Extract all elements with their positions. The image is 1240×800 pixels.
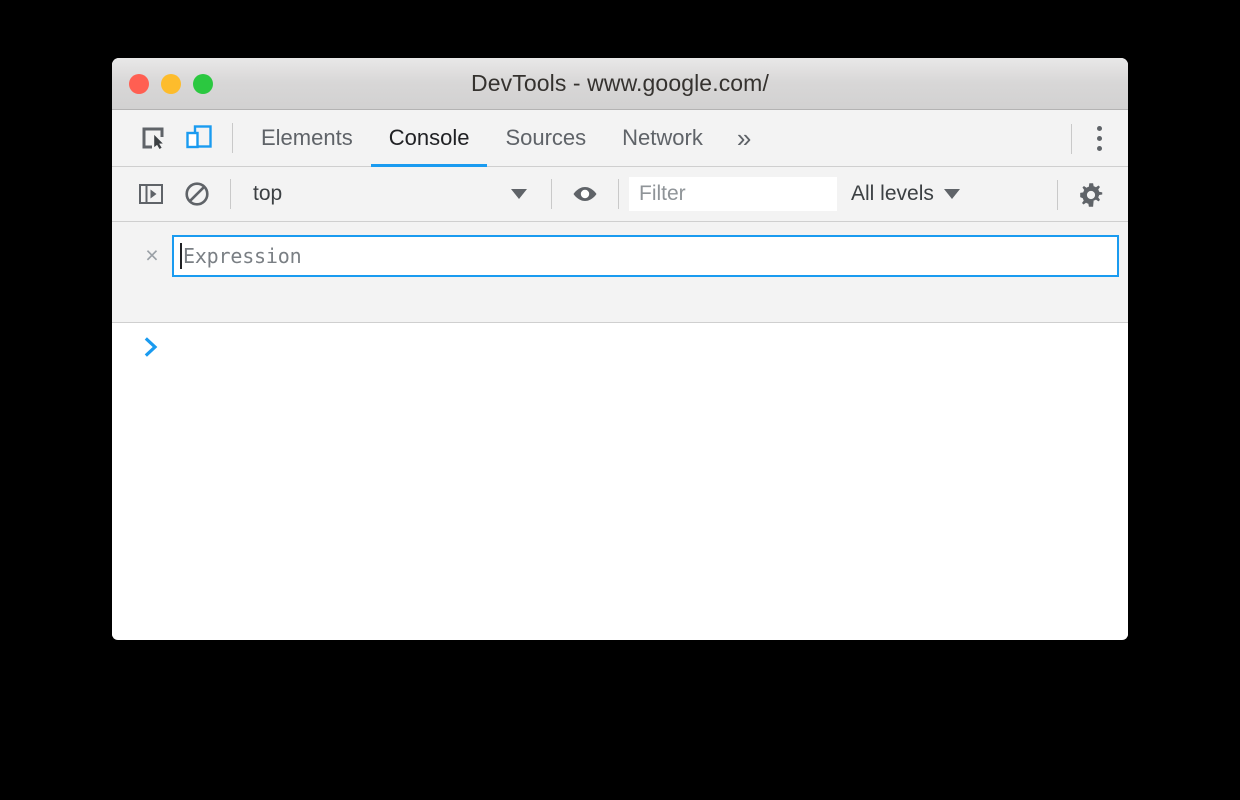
tab-elements[interactable]: Elements xyxy=(243,110,371,167)
close-icon[interactable]: × xyxy=(138,235,166,275)
console-prompt-chevron-icon[interactable] xyxy=(140,332,164,362)
console-filter-input[interactable] xyxy=(629,177,837,211)
console-message-area[interactable] xyxy=(112,323,1128,639)
execution-context-label: top xyxy=(253,182,283,205)
console-toolbar-divider-2 xyxy=(551,179,552,209)
window-titlebar: DevTools - www.google.com/ xyxy=(112,58,1128,110)
device-toolbar-icon[interactable] xyxy=(176,118,222,158)
tab-network[interactable]: Network xyxy=(604,110,721,167)
chevron-down-icon xyxy=(511,189,527,199)
live-expressions-panel: × Expression xyxy=(112,222,1128,323)
live-expression-input[interactable]: Expression xyxy=(172,235,1119,277)
tab-network-label: Network xyxy=(622,125,703,150)
devtools-window: DevTools - www.google.com/ Elements Cons… xyxy=(112,58,1128,640)
tab-overflow-chevron-icon[interactable]: » xyxy=(721,125,767,151)
console-toolbar-divider-1 xyxy=(230,179,231,209)
devtools-tabbar: Elements Console Sources Network » xyxy=(112,110,1128,167)
settings-gear-icon[interactable] xyxy=(1068,175,1114,215)
console-toolbar-right-group xyxy=(1047,167,1128,222)
tab-console-label: Console xyxy=(388,125,470,150)
tabbar-right-group xyxy=(1061,110,1128,167)
inspect-element-icon[interactable] xyxy=(130,118,176,158)
tab-sources[interactable]: Sources xyxy=(487,110,604,167)
traffic-lights xyxy=(129,73,213,94)
create-live-expression-icon[interactable] xyxy=(562,174,608,214)
window-title: DevTools - www.google.com/ xyxy=(471,70,769,96)
tab-sources-label: Sources xyxy=(505,125,587,150)
tab-console[interactable]: Console xyxy=(370,110,488,167)
chevron-down-icon xyxy=(943,189,960,199)
live-expression-placeholder: Expression xyxy=(183,244,302,268)
console-toolbar: top All levels xyxy=(112,167,1128,222)
close-window-button[interactable] xyxy=(129,73,149,94)
log-level-label: All levels xyxy=(851,182,934,205)
console-toolbar-divider-3 xyxy=(618,179,619,209)
live-expression-row: × Expression xyxy=(112,235,1128,277)
tab-elements-label: Elements xyxy=(261,125,353,150)
more-options-icon[interactable] xyxy=(1082,119,1116,159)
clear-console-icon[interactable] xyxy=(174,174,220,214)
tabbar-divider-1 xyxy=(232,123,233,153)
console-toolbar-divider-4 xyxy=(1057,179,1058,210)
console-sidebar-icon[interactable] xyxy=(128,174,174,214)
execution-context-selector[interactable]: top xyxy=(241,182,541,206)
log-level-selector[interactable]: All levels xyxy=(837,182,974,206)
tabbar-divider-2 xyxy=(1071,123,1072,154)
minimize-window-button[interactable] xyxy=(161,73,181,94)
maximize-window-button[interactable] xyxy=(193,73,213,94)
